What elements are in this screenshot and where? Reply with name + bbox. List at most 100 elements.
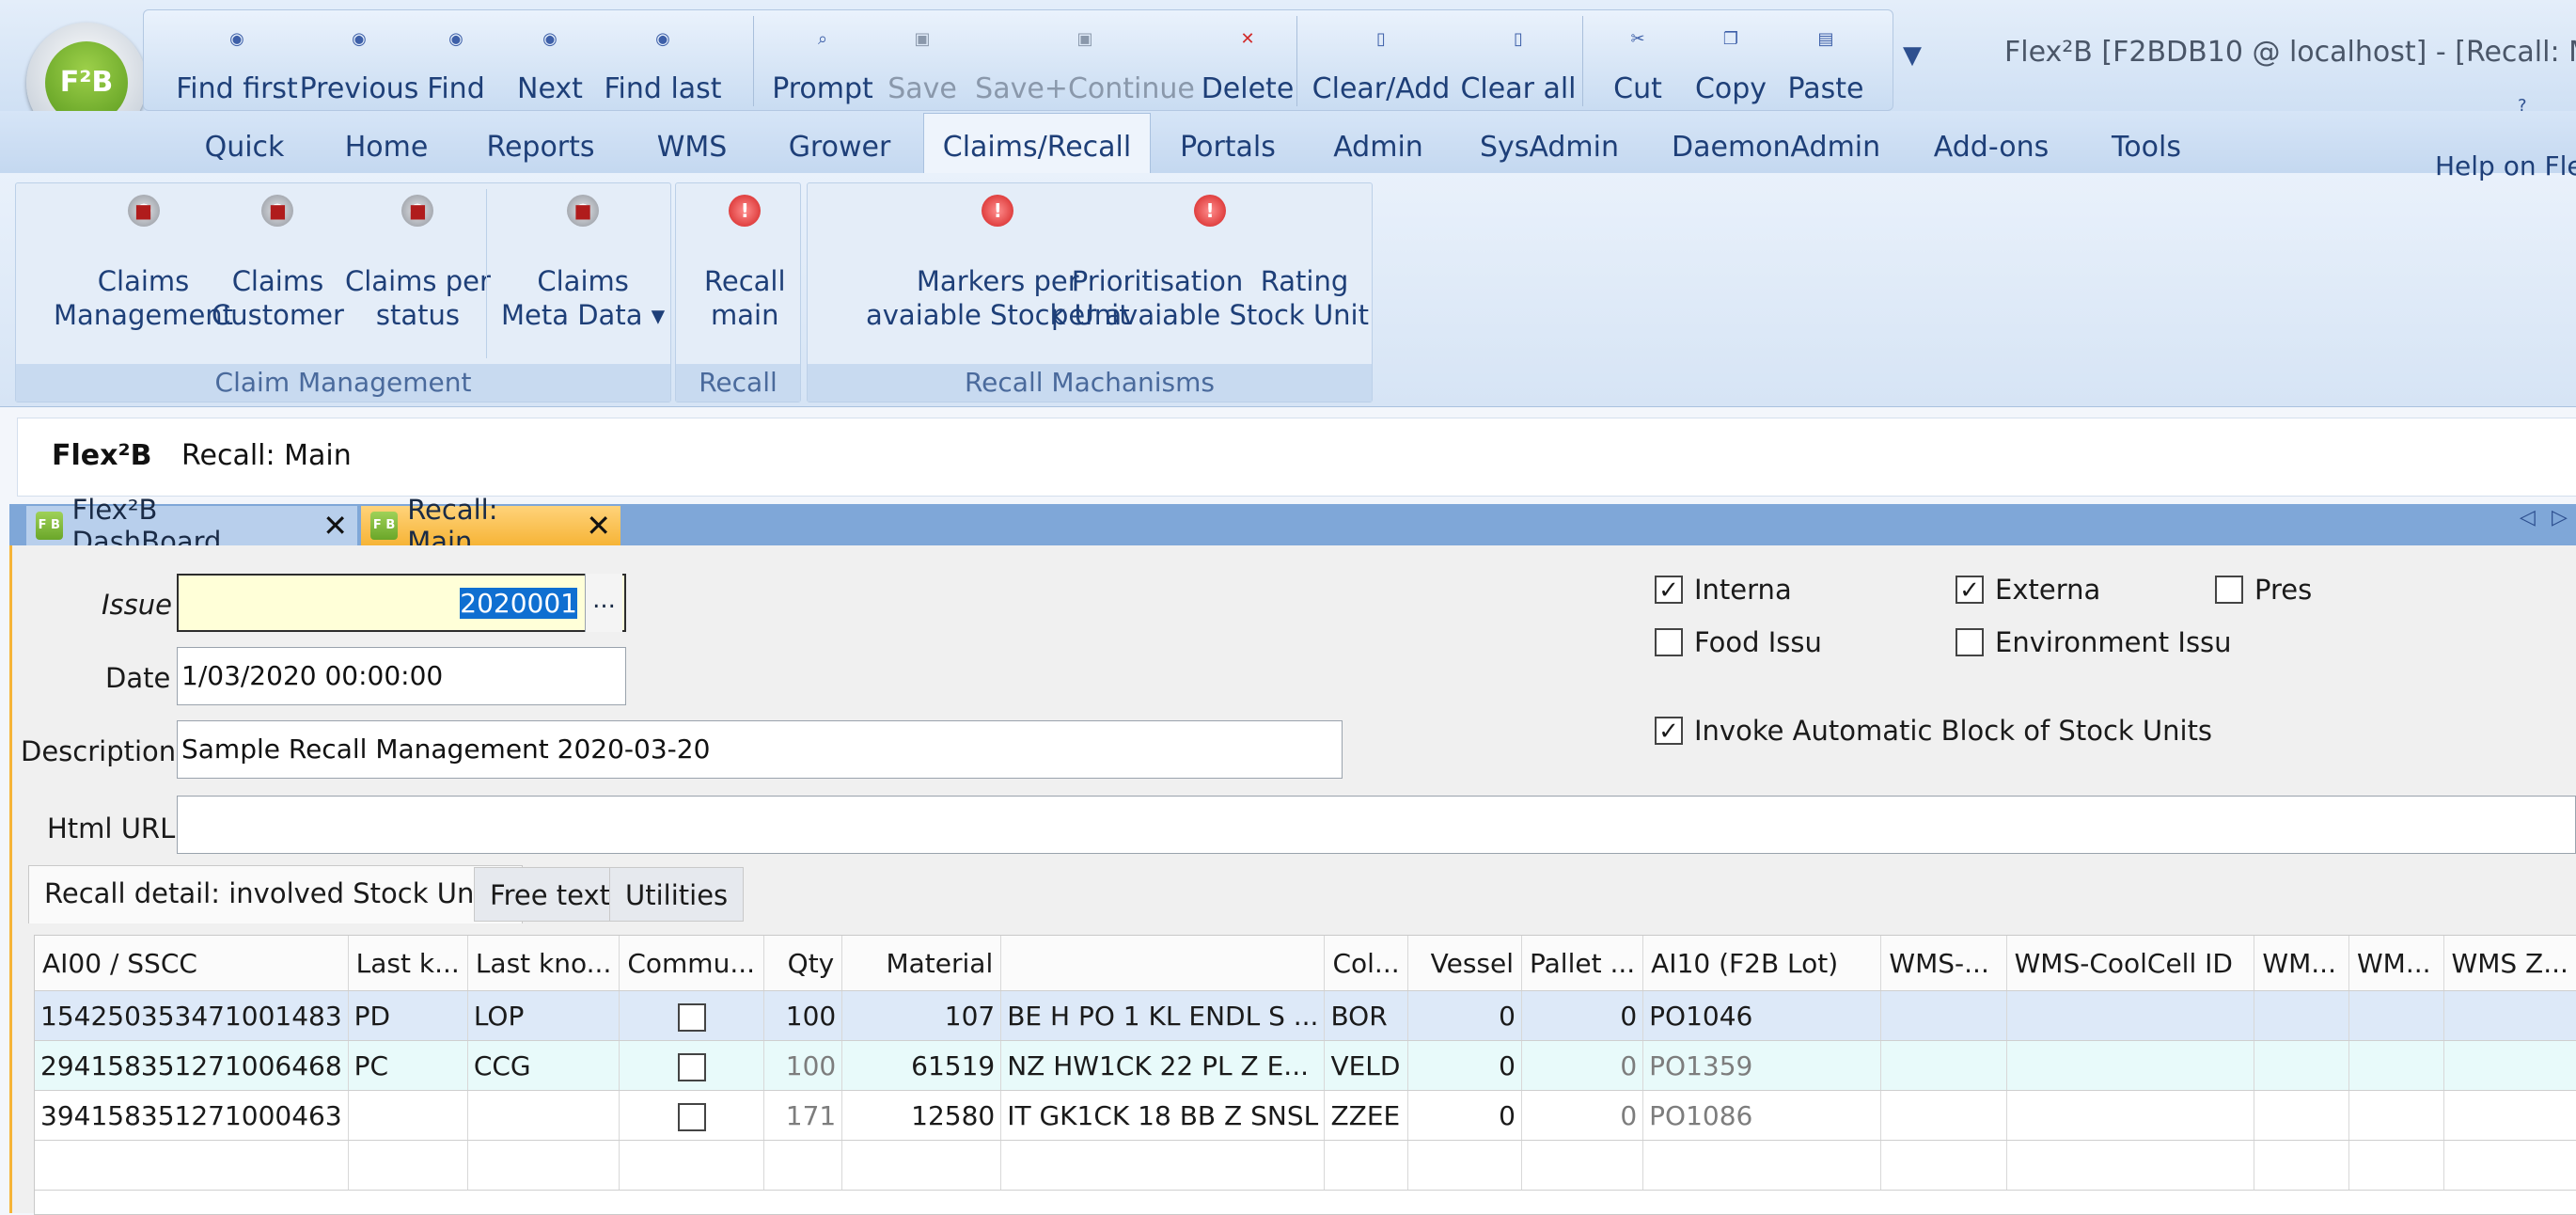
material-description-cell[interactable]: IT GK1CK 18 BB Z SNSL [1000,1090,1326,1141]
communicated-checkbox[interactable] [619,1090,765,1141]
tab-scroll-right-icon[interactable]: ▷ [2552,506,2568,529]
table-cell[interactable] [2348,990,2444,1041]
empty-row[interactable] [35,1140,2576,1191]
table-cell[interactable]: ZZEE [1324,1090,1408,1141]
delete-button[interactable]: ✕ Delete [1199,10,1296,110]
qty-cell[interactable]: 171 [763,1090,843,1141]
col-header[interactable] [1000,936,1326,991]
tab-portals[interactable]: Portals [1173,122,1282,173]
table-cell[interactable] [1880,990,2007,1041]
tab-reports[interactable]: Reports [479,122,602,173]
claims-management-button[interactable]: ■ Claims Management [54,195,233,332]
table-cell[interactable] [2443,1040,2576,1091]
col-header[interactable]: AI10 (F2B Lot) [1642,936,1882,991]
col-header[interactable]: WMS-CoolCell ID [2006,936,2255,991]
table-cell[interactable] [1880,1040,2007,1091]
material-cell[interactable]: 12580 [841,1090,1002,1141]
tab-claims-recall[interactable]: Claims/Recall [923,113,1151,176]
tab-grower[interactable]: Grower [780,122,899,173]
col-header[interactable]: Col... [1324,936,1408,991]
tab-admin[interactable]: Admin [1320,122,1437,173]
environment-issue-checkbox[interactable]: Environment Issu [1956,626,2232,658]
pallet-cell[interactable]: 0 [1521,1040,1644,1091]
table-cell[interactable] [2254,1040,2349,1091]
qty-cell[interactable]: 100 [763,1040,843,1091]
communicated-checkbox[interactable] [619,1040,765,1091]
col-header[interactable]: WMS Z... [2443,936,2576,991]
claims-per-status-button[interactable]: ■ Claims per status [345,195,491,332]
issue-input[interactable]: 2020001 [177,574,626,632]
pallet-cell[interactable]: 0 [1521,990,1644,1041]
doc-tab-recall-main[interactable]: F B Recall: Main ✕ [361,494,620,558]
save-continue-button[interactable]: ▣ Save+Continue [975,10,1195,110]
col-header[interactable]: Material [841,936,1002,991]
pallet-cell[interactable]: 0 [1521,1090,1644,1141]
col-header[interactable]: Pallet ... [1521,936,1644,991]
issue-lookup-button[interactable]: ... [585,574,622,632]
tab-wms[interactable]: WMS [643,122,741,173]
table-cell[interactable] [2006,990,2255,1041]
pres-checkbox[interactable]: Pres [2215,574,2312,606]
table-cell[interactable]: BOR [1324,990,1408,1041]
claims-customer-button[interactable]: ■ Claims Customer [212,195,344,332]
table-cell[interactable]: LOP [467,990,620,1041]
claims-meta-data-dropdown[interactable]: ■ Claims Meta Data ▾ [501,195,665,332]
col-header[interactable]: Commu... [619,936,765,991]
prompt-button[interactable]: ⌕ Prompt [768,10,877,110]
paste-button[interactable]: ▤ Paste [1785,10,1866,110]
recall-main-button[interactable]: ! Recall main [704,195,786,332]
copy-button[interactable]: ❐ Copy [1691,10,1770,110]
table-cell[interactable] [2348,1040,2444,1091]
subtab-recall-detail[interactable]: Recall detail: involved Stock Units [28,865,523,923]
table-cell[interactable] [2006,1090,2255,1141]
table-cell[interactable] [2006,1040,2255,1091]
help-icon[interactable]: ? [2518,96,2527,116]
help-link[interactable]: Help on Fle [2435,150,2576,181]
sscc-cell[interactable]: 154250353471001483 [35,990,349,1041]
material-cell[interactable]: 61519 [841,1040,1002,1091]
table-cell[interactable] [2254,1090,2349,1141]
customize-toolbar-button[interactable]: ▼ [1903,41,1922,70]
vessel-cell[interactable]: 0 [1407,1090,1523,1141]
table-cell[interactable]: CCG [467,1040,620,1091]
table-row[interactable]: 154250353471001483 PD LOP 100 107 BE H P… [35,990,2576,1041]
material-cell[interactable]: 107 [841,990,1002,1041]
previous-button[interactable]: ◉ Previous [300,10,419,110]
close-icon[interactable]: ✕ [586,508,611,544]
find-first-button[interactable]: ◉ Find first [176,10,298,110]
clear-add-button[interactable]: ▯ Clear/Add [1312,10,1451,110]
col-header[interactable]: Qty [763,936,843,991]
sscc-cell[interactable]: 294158351271006468 [35,1040,349,1091]
food-issue-checkbox[interactable]: Food Issu [1655,626,1822,658]
table-row[interactable]: 394158351271000463 171 12580 IT GK1CK 18… [35,1090,2576,1141]
col-header[interactable]: Vessel [1407,936,1523,991]
external-checkbox[interactable]: ✓ Externa [1956,574,2100,606]
qty-cell[interactable]: 100 [763,990,843,1041]
table-cell[interactable] [2348,1090,2444,1141]
subtab-free-text[interactable]: Free text [474,867,626,922]
material-description-cell[interactable]: NZ HW1CK 22 PL Z E... [1000,1040,1326,1091]
invoke-block-checkbox[interactable]: ✓ Invoke Automatic Block of Stock Units [1655,715,2212,747]
internal-checkbox[interactable]: ✓ Interna [1655,574,1792,606]
table-cell[interactable]: PC [348,1040,468,1091]
lot-cell[interactable]: PO1359 [1642,1040,1882,1091]
description-field[interactable]: Sample Recall Management 2020-03-20 [177,720,1343,779]
save-button[interactable]: ▣ Save [887,10,957,110]
vessel-cell[interactable]: 0 [1407,990,1523,1041]
date-field[interactable]: 1/03/2020 00:00:00 [177,647,626,705]
tab-daemonadmin[interactable]: DaemonAdmin [1672,122,1880,173]
tab-tools[interactable]: Tools [2100,122,2192,173]
tab-add-ons[interactable]: Add-ons [1922,122,2061,173]
col-header[interactable]: WM... [2348,936,2444,991]
clear-all-button[interactable]: ▯ Clear all [1458,10,1579,110]
lot-cell[interactable]: PO1046 [1642,990,1882,1041]
html-url-field[interactable] [177,796,2576,854]
doc-tab-dashboard[interactable]: F B Flex²B DashBoard ✕ [26,494,357,558]
prioritisation-rating-button[interactable]: ! Prioritisation Rating per avaiable Stoc… [1051,195,1369,332]
material-description-cell[interactable]: BE H PO 1 KL ENDL S ... [1000,990,1326,1041]
lot-cell[interactable]: PO1086 [1642,1090,1882,1141]
tab-home[interactable]: Home [331,122,442,173]
tab-scroll-left-icon[interactable]: ◁ [2520,506,2536,529]
table-cell[interactable] [2443,990,2576,1041]
col-header[interactable]: Last kno... [467,936,620,991]
